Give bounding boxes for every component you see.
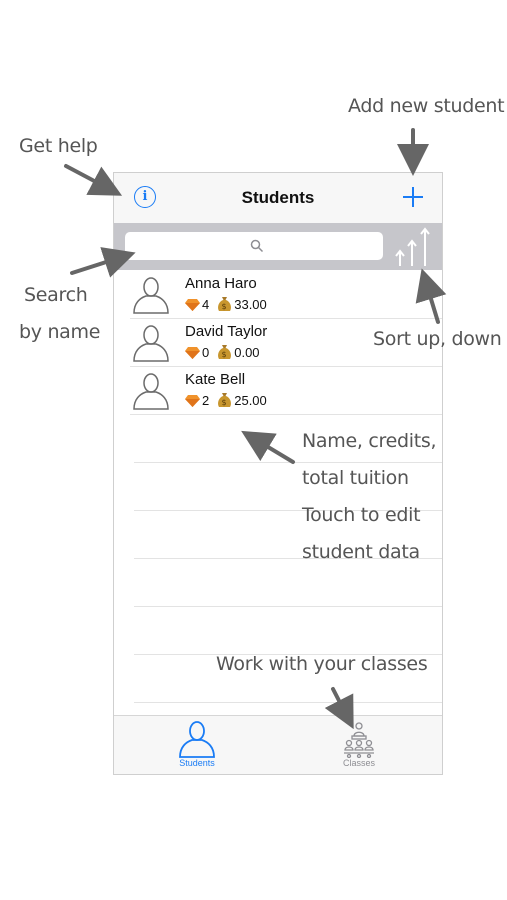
annotation-row-line1: Name, credits, [302, 430, 437, 452]
annotation-get-help: Get help [19, 135, 98, 157]
annotation-search-line2: by name [19, 321, 101, 343]
arrow-search [70, 247, 136, 278]
arrow-classes [324, 687, 354, 730]
annotation-add-student: Add new student [348, 95, 505, 117]
annotation-search-line1: Search [24, 284, 88, 306]
arrow-row [241, 430, 295, 464]
annotation-classes: Work with your classes [216, 653, 428, 675]
annotation-row-line4: student data [302, 541, 420, 563]
annotation-row-line3: Touch to edit [302, 504, 421, 526]
annotation-row-line2: total tuition [302, 467, 409, 489]
arrow-help [64, 164, 123, 196]
annotation-sort: Sort up, down [373, 328, 502, 350]
arrow-sort [415, 268, 447, 324]
